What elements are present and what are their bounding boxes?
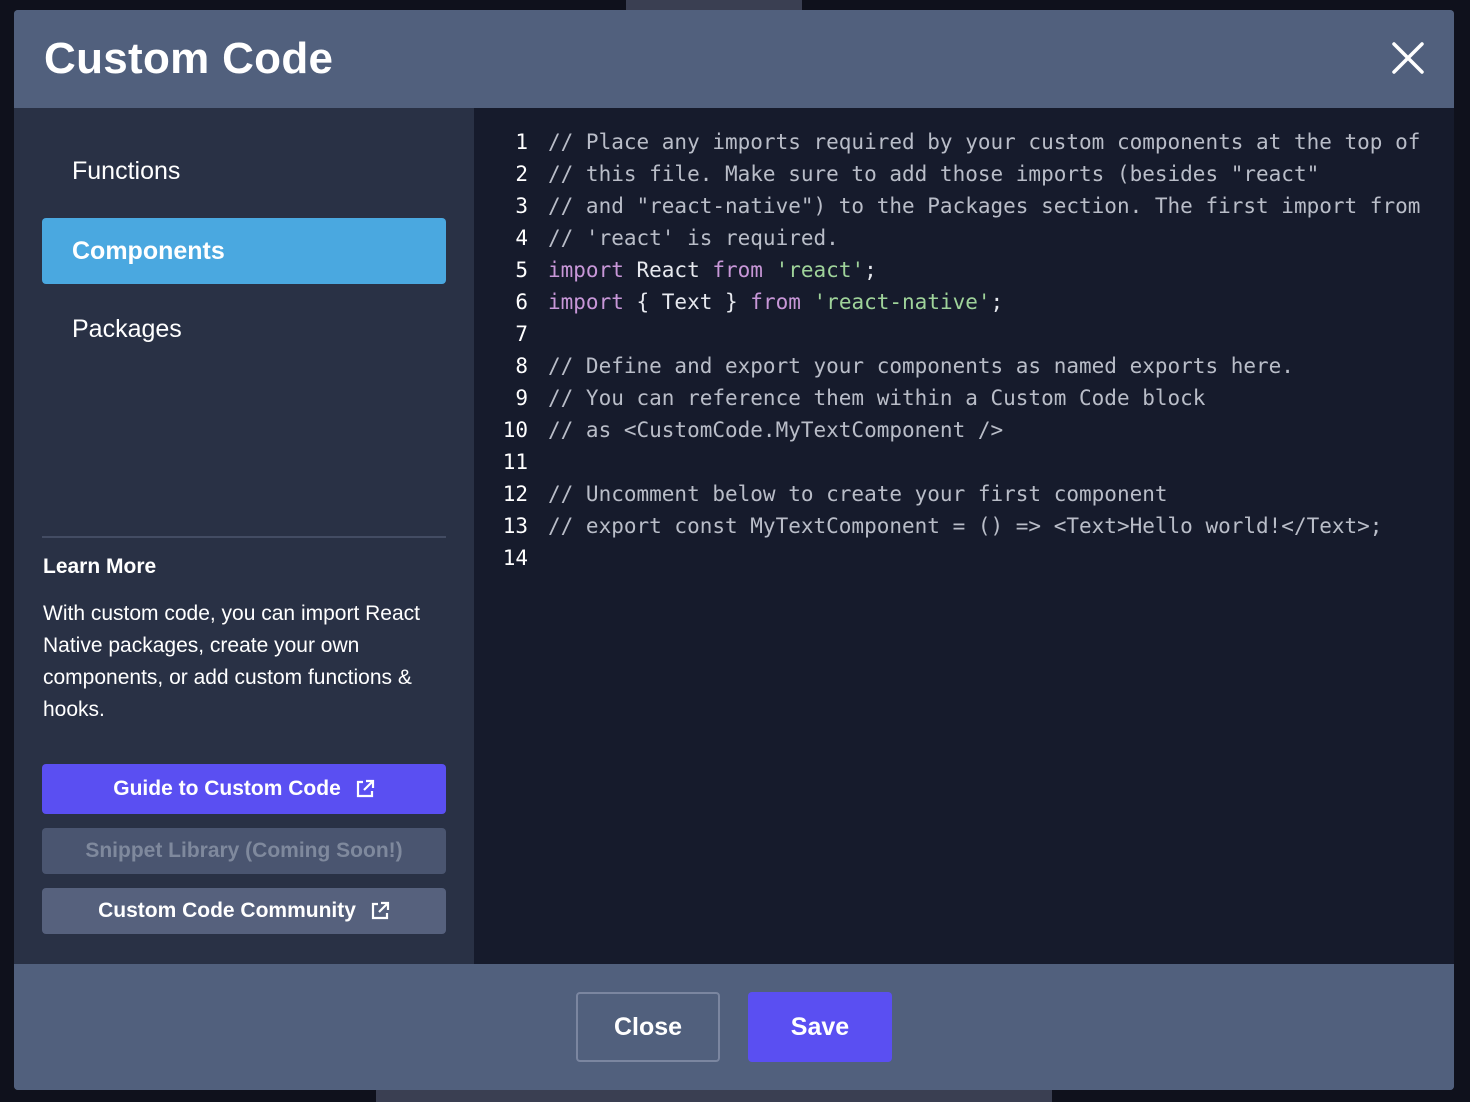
line-text: // Uncomment below to create your first … <box>548 478 1168 510</box>
code-line: 4 // 'react' is required. <box>474 222 1454 254</box>
code-token: import <box>548 290 624 314</box>
line-number: 9 <box>515 386 528 410</box>
line-number: 6 <box>515 290 528 314</box>
code-line: 2 // this file. Make sure to add those im… <box>474 158 1454 190</box>
line-text: // and "react-native") to the Packages s… <box>548 190 1420 222</box>
code-token: import <box>548 258 624 282</box>
backdrop <box>626 0 802 10</box>
code-token: ; <box>864 258 877 282</box>
code-token: // this file. Make sure to add those imp… <box>548 162 1320 186</box>
sidebar-item-components[interactable]: Components <box>42 218 446 284</box>
line-text: // as <CustomCode.MyTextComponent /> <box>548 414 1003 446</box>
code-line: 11 <box>474 446 1454 478</box>
sidebar-item-packages[interactable]: Packages <box>42 296 446 362</box>
code-line: 8 // Define and export your components as… <box>474 350 1454 382</box>
sidebar-item-label: Functions <box>72 157 181 185</box>
custom-code-modal: Custom Code Functions Components Package… <box>14 10 1454 1090</box>
external-link-icon <box>355 779 375 799</box>
code-line: 7 <box>474 318 1454 350</box>
line-text: // Define and export your components as … <box>548 350 1294 382</box>
line-text: // export const MyTextComponent = () => … <box>548 510 1382 542</box>
code-token: // and "react-native") to the Packages s… <box>548 194 1421 218</box>
code-token: // as <CustomCode.MyTextComponent /> <box>548 418 1004 442</box>
code-token: // export const MyTextComponent = () => … <box>548 514 1383 538</box>
community-button-label: Custom Code Community <box>98 899 356 922</box>
sidebar: Functions Components Packages Learn More… <box>14 108 474 964</box>
sidebar-item-label: Packages <box>72 315 182 343</box>
modal-title: Custom Code <box>44 34 334 83</box>
code-token: // Uncomment below to create your first … <box>548 482 1168 506</box>
code-line: 10 // as <CustomCode.MyTextComponent /> <box>474 414 1454 446</box>
sidebar-item-functions[interactable]: Functions <box>42 138 446 204</box>
code-token: from <box>712 258 763 282</box>
backdrop-bottom <box>376 1090 1052 1102</box>
code-editor[interactable]: 1 // Place any imports required by your c… <box>474 108 1454 964</box>
line-text: // 'react' is required. <box>548 222 839 254</box>
code-token: React <box>623 258 713 282</box>
sidebar-item-label: Components <box>72 237 225 265</box>
code-line: 14 <box>474 542 1454 574</box>
line-number: 3 <box>515 194 528 218</box>
snippet-library-button: Snippet Library (Coming Soon!) <box>42 828 446 874</box>
code-token: // 'react' is required. <box>548 226 839 250</box>
code-token: 'react' <box>775 258 865 282</box>
guide-button-label: Guide to Custom Code <box>113 777 341 800</box>
code-line: 3 // and "react-native") to the Packages … <box>474 190 1454 222</box>
line-number: 7 <box>515 322 528 346</box>
line-number: 2 <box>515 162 528 186</box>
external-link-icon <box>370 901 390 921</box>
line-number: 10 <box>502 418 528 442</box>
code-token: from <box>750 290 801 314</box>
line-number: 14 <box>502 546 528 570</box>
code-token: // Define and export your components as … <box>548 354 1294 378</box>
line-text: // You can reference them within a Custo… <box>548 382 1205 414</box>
modal-header: Custom Code <box>14 10 1454 108</box>
learn-more-title: Learn More <box>43 555 157 578</box>
code-token: 'react-native' <box>813 290 991 314</box>
line-text: import React from 'react'; <box>548 254 877 286</box>
line-number: 1 <box>515 130 528 154</box>
close-icon[interactable] <box>1388 38 1428 78</box>
line-number: 13 <box>502 514 528 538</box>
line-number: 4 <box>515 226 528 250</box>
line-number: 11 <box>502 450 528 474</box>
line-text: import { Text } from 'react-native'; <box>548 286 1003 318</box>
line-text: // Place any imports required by your cu… <box>548 126 1420 158</box>
code-line: 9 // You can reference them within a Cust… <box>474 382 1454 414</box>
community-button[interactable]: Custom Code Community <box>42 888 446 934</box>
code-line: 6 import { Text } from 'react-native'; <box>474 286 1454 318</box>
code-line: 12 // Uncomment below to create your firs… <box>474 478 1454 510</box>
line-text: // this file. Make sure to add those imp… <box>548 158 1319 190</box>
code-line: 13 // export const MyTextComponent = () =… <box>474 510 1454 542</box>
close-button[interactable]: Close <box>576 992 720 1062</box>
code-line: 1 // Place any imports required by your c… <box>474 126 1454 158</box>
divider <box>42 536 446 538</box>
learn-more-text: With custom code, you can import React N… <box>43 602 420 721</box>
code-lines: 1 // Place any imports required by your c… <box>474 126 1454 574</box>
line-number: 12 <box>502 482 528 506</box>
code-token: ; <box>990 290 1004 314</box>
line-number: 8 <box>515 354 528 378</box>
code-token: // Place any imports required by your cu… <box>548 130 1421 154</box>
modal-footer: Close Save <box>14 964 1454 1090</box>
code-line: 5 import React from 'react'; <box>474 254 1454 286</box>
guide-button[interactable]: Guide to Custom Code <box>42 764 446 814</box>
code-token: // You can reference them within a Custo… <box>548 386 1206 410</box>
save-button[interactable]: Save <box>748 992 892 1062</box>
snippet-library-label: Snippet Library (Coming Soon!) <box>85 839 403 862</box>
code-token: { Text } <box>623 290 751 314</box>
line-number: 5 <box>515 258 528 282</box>
